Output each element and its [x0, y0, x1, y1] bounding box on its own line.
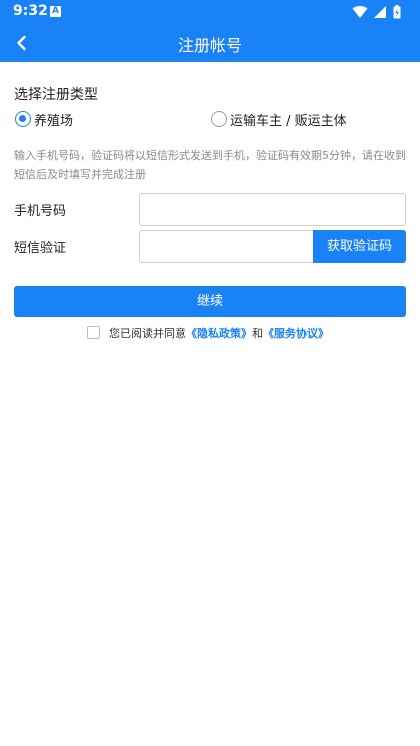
radio-label: 养殖场	[34, 114, 74, 129]
app-bar: 注册帐号	[0, 24, 420, 62]
agreement-prefix: 您已阅读并同意	[109, 327, 186, 340]
register-type-title: 选择注册类型	[14, 87, 98, 103]
radio-transport-owner[interactable]: 运输车主 / 贩运主体	[211, 109, 361, 129]
phone-input[interactable]	[139, 193, 406, 226]
sms-code-input[interactable]	[139, 230, 315, 263]
status-icons	[352, 5, 412, 19]
agreement-checkbox[interactable]	[87, 326, 100, 339]
get-sms-code-button[interactable]: 获取验证码	[313, 230, 406, 263]
agreement-row: 您已阅读并同意《隐私政策》和《服务协议》	[86, 324, 386, 342]
continue-button[interactable]: 继续	[14, 286, 406, 317]
status-time: 9:32	[13, 3, 48, 19]
phone-label: 手机号码	[14, 204, 67, 219]
signal-icon	[374, 6, 386, 18]
notification-icon: A	[50, 6, 61, 17]
battery-icon	[393, 5, 401, 19]
radio-unchecked-icon	[211, 111, 227, 127]
agreement-conjunction: 和	[252, 327, 263, 340]
radio-breeding-farm[interactable]: 养殖场	[15, 109, 95, 129]
radio-checked-icon	[15, 111, 31, 127]
status-bar: 9:32 A	[0, 0, 420, 24]
service-agreement-link[interactable]: 《服务协议》	[263, 327, 329, 340]
radio-label: 运输车主 / 贩运主体	[230, 114, 347, 129]
wifi-icon	[352, 6, 368, 19]
sms-code-label: 短信验证	[14, 241, 67, 256]
sms-hint-text: 输入手机号码，验证码将以短信形式发送到手机，验证码有效期5分钟，请在收到短信后及…	[14, 149, 406, 181]
privacy-policy-link[interactable]: 《隐私政策》	[186, 327, 252, 340]
page-title: 注册帐号	[177, 36, 242, 55]
agreement-text: 您已阅读并同意《隐私政策》和《服务协议》	[109, 325, 329, 341]
